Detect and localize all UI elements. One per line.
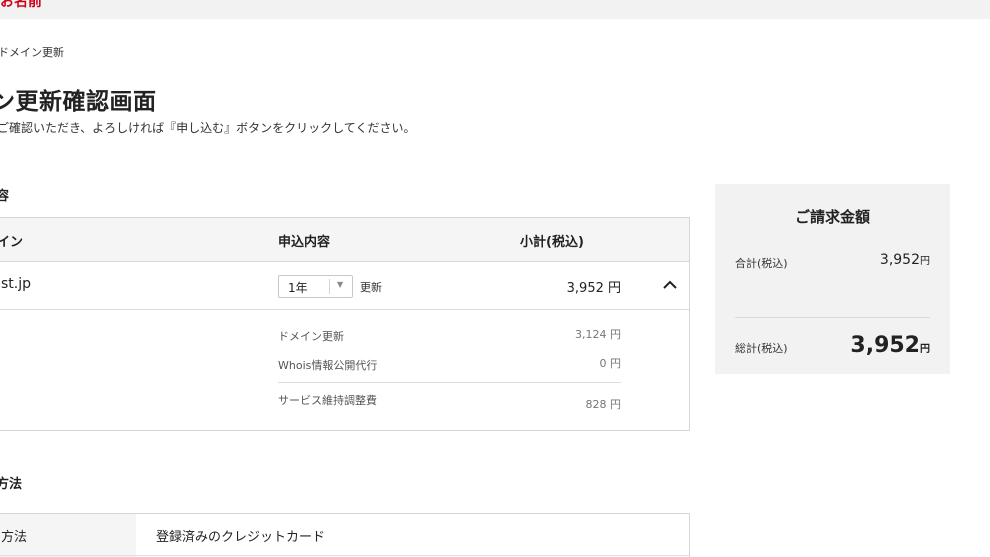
detail-price-whois: 0 円 [599,357,622,370]
select-divider [329,279,330,294]
term-select[interactable]: 1年 ▼ [278,275,353,298]
subtotal-label: 合計(税込) [735,257,788,270]
column-domain: イン [0,235,24,250]
total-label: 総計(税込) [735,342,788,355]
top-header: お名前 [0,0,990,19]
column-subtotal: 小計(税込) [520,235,584,250]
page-instructions: ご確認いただき、よろしければ『申し込む』ボタンをクリックしてください。 [0,121,416,135]
payment-section-heading: 方法 [0,477,23,492]
order-section-heading: 容 [0,189,10,204]
site-logo[interactable]: お名前 [0,0,42,11]
total-value: 3,952円 [850,333,930,358]
breadcrumb[interactable]: ドメイン更新 [0,44,64,60]
payment-table: 方法 登録済みのクレジットカード [0,513,690,557]
term-select-value: 1年 [288,281,308,295]
payment-method-label: 方法 [1,530,28,545]
chevron-up-icon[interactable] [662,278,678,292]
order-table: イン 申込内容 小計(税込) st.jp 1年 ▼ 更新 3,952 円 ドメイ… [0,217,690,431]
page-title: ン更新確認画面 [0,89,157,115]
renew-label: 更新 [360,281,382,294]
order-table-header: イン 申込内容 小計(税込) [0,218,689,262]
detail-label-service-fee: サービス維持調整費 [278,394,377,407]
payment-method-value: 登録済みのクレジットカード [156,530,326,545]
billing-summary: ご請求金額 合計(税込) 3,952円 総計(税込) 3,952円 [715,184,950,374]
detail-divider [278,382,621,383]
detail-label-domain-renewal: ドメイン更新 [278,330,344,343]
payment-row-divider [0,555,689,556]
dropdown-arrow-icon: ▼ [337,280,344,289]
payment-method-label-cell: 方法 [0,514,136,557]
detail-price-service-fee: 828 円 [585,398,622,411]
summary-divider [735,317,930,318]
row-subtotal: 3,952 円 [566,281,621,296]
subtotal-value: 3,952円 [879,252,930,268]
column-content: 申込内容 [278,235,331,250]
table-row: st.jp 1年 ▼ 更新 3,952 円 [0,262,689,310]
detail-label-whois: Whois情報公開代行 [278,359,378,372]
summary-title: ご請求金額 [794,208,870,226]
domain-name: st.jp [1,276,32,292]
detail-price-domain-renewal: 3,124 円 [575,328,621,341]
